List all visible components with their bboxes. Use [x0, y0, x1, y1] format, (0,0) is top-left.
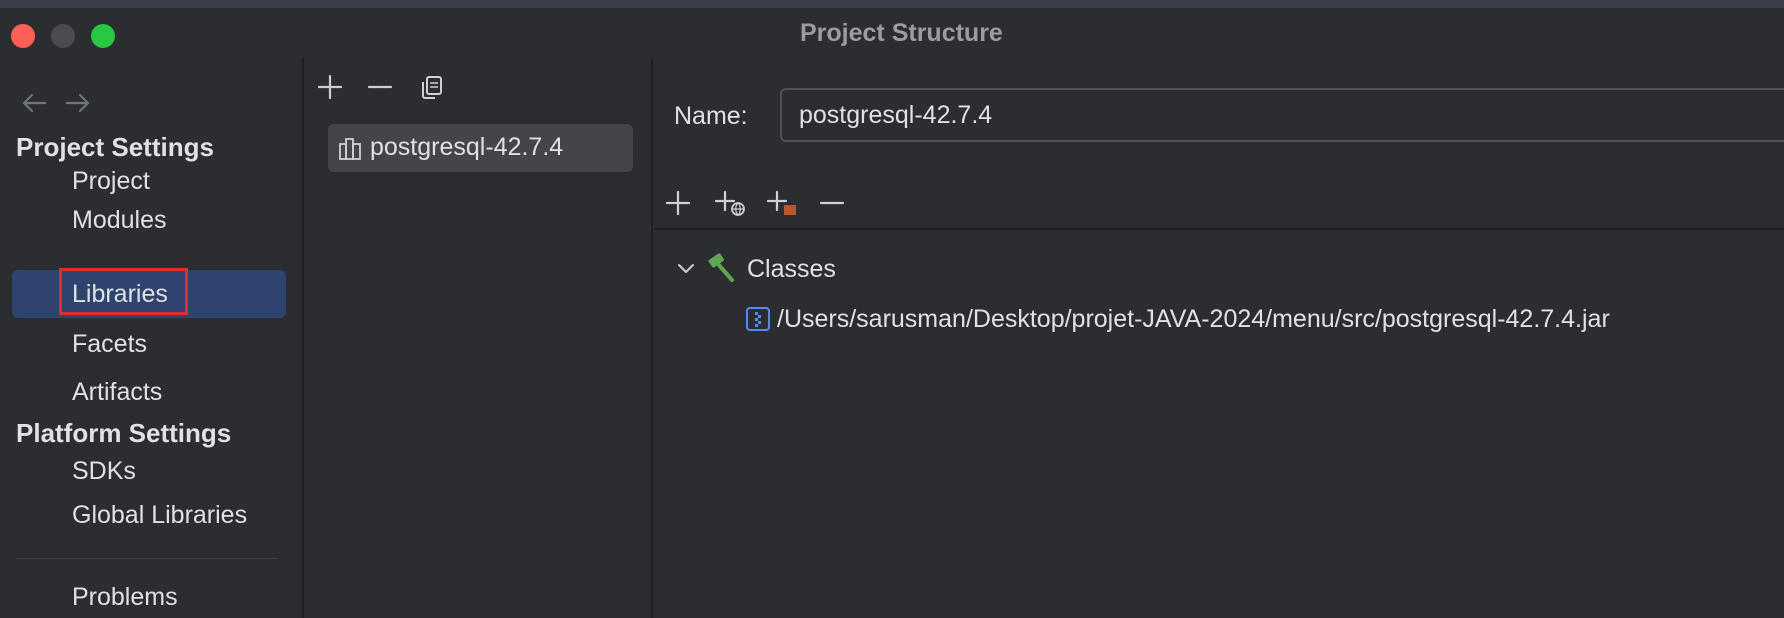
forward-arrow-icon[interactable]	[65, 92, 91, 114]
settings-sidebar: Project Settings Project Modules Librari…	[0, 58, 303, 618]
close-window-button[interactable]	[11, 24, 35, 48]
toolbar-separator	[655, 228, 1784, 230]
library-icon	[338, 136, 364, 167]
copy-library-icon[interactable]	[417, 72, 447, 102]
window-title: Project Structure	[800, 19, 1003, 47]
add-library-icon[interactable]	[315, 72, 345, 102]
platform-settings-header: Platform Settings	[16, 418, 232, 448]
sidebar-item-project[interactable]: Project	[72, 167, 150, 196]
sidebar-item-facets[interactable]: Facets	[72, 330, 147, 359]
remove-library-icon[interactable]	[365, 72, 395, 102]
list-divider-vertical	[651, 58, 653, 618]
back-arrow-icon[interactable]	[21, 92, 47, 114]
tree-node-classes[interactable]: Classes	[675, 250, 1075, 290]
sidebar-item-global-libraries[interactable]: Global Libraries	[72, 501, 247, 530]
libraries-list-panel: postgresql-42.7.4	[305, 58, 653, 618]
jar-file-icon	[745, 306, 771, 337]
minimize-window-button[interactable]	[51, 24, 75, 48]
library-item-postgresql[interactable]: postgresql-42.7.4	[328, 124, 633, 172]
remove-root-icon[interactable]	[817, 188, 847, 218]
add-root-icon[interactable]	[663, 188, 693, 218]
sidebar-item-libraries[interactable]: Libraries	[72, 280, 168, 309]
add-url-icon[interactable]	[713, 188, 747, 218]
classes-label: Classes	[747, 255, 836, 283]
name-label: Name:	[674, 102, 748, 130]
maximize-window-button[interactable]	[91, 24, 115, 48]
chevron-down-icon[interactable]	[675, 258, 697, 285]
library-item-label: postgresql-42.7.4	[370, 133, 564, 161]
tree-node-jar[interactable]: /Users/sarusman/Desktop/projet-JAVA-2024…	[745, 300, 1784, 340]
sidebar-item-sdks[interactable]: SDKs	[72, 457, 136, 486]
jar-path-label: /Users/sarusman/Desktop/projet-JAVA-2024…	[777, 305, 1610, 333]
hammer-icon	[705, 252, 737, 289]
library-detail-panel: Name: postgresql-42.7.4 Classes /Users/s…	[655, 58, 1784, 618]
sidebar-item-artifacts[interactable]: Artifacts	[72, 378, 162, 407]
sidebar-divider-vertical	[302, 58, 304, 618]
project-structure-window: Project Structure Project Settings Proje…	[0, 8, 1784, 618]
add-folder-icon[interactable]	[765, 188, 799, 218]
sidebar-divider	[16, 558, 278, 559]
sidebar-item-problems[interactable]: Problems	[72, 583, 178, 612]
library-name-input[interactable]	[780, 88, 1784, 142]
sidebar-item-modules[interactable]: Modules	[72, 206, 167, 235]
desktop-background-strip	[0, 0, 1784, 8]
project-settings-header: Project Settings	[16, 132, 214, 162]
title-bar: Project Structure	[0, 8, 1784, 58]
